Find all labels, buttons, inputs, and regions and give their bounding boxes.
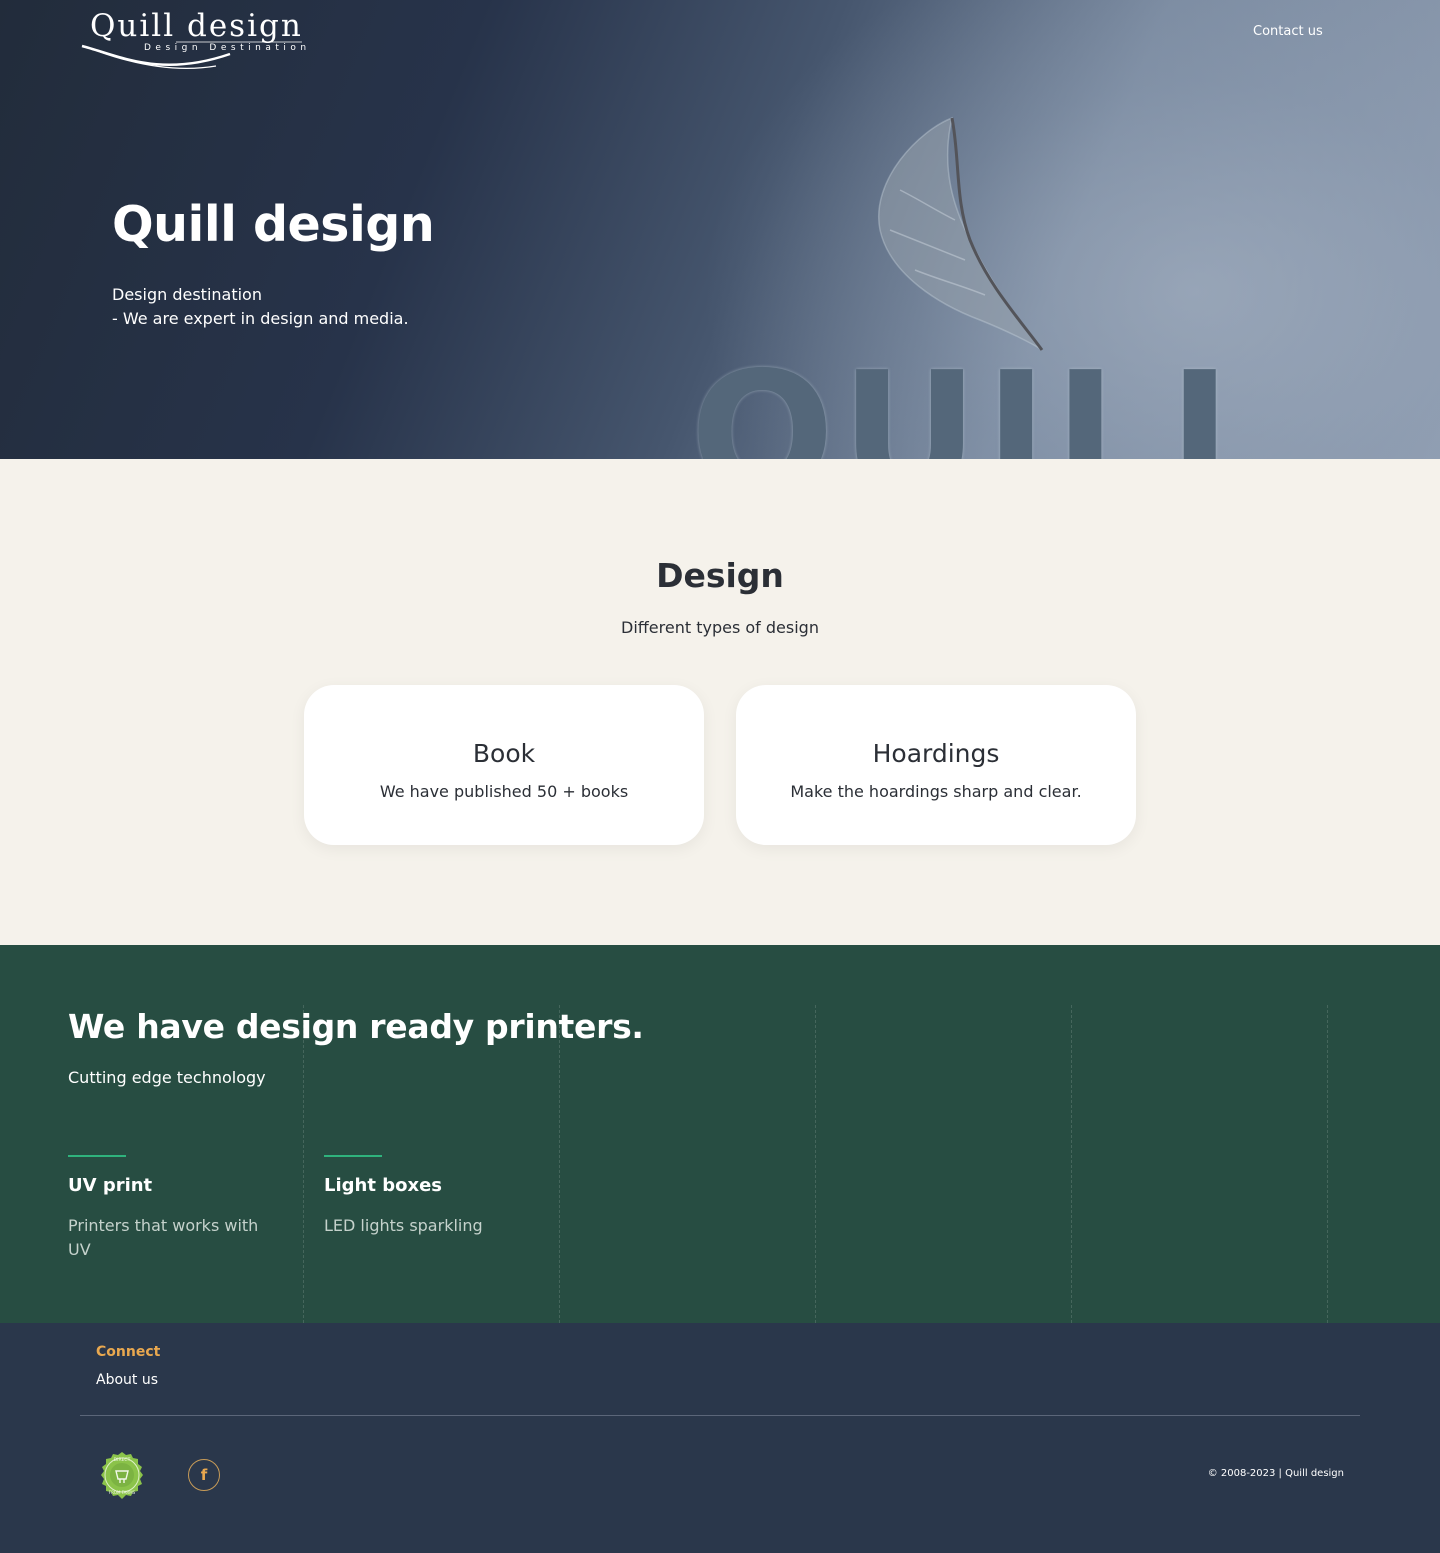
feature-accent-bar [324, 1155, 382, 1157]
column-divider [1327, 1005, 1328, 1323]
design-section [0, 459, 1440, 945]
column-divider [559, 1005, 560, 1323]
hero-tagline: Design destination - We are expert in de… [112, 283, 409, 331]
column-divider [815, 1005, 816, 1323]
hero-title: Quill design [112, 196, 435, 253]
hero-background-word: QUILL [690, 336, 1283, 459]
logo-subtitle: Design Destination [144, 43, 311, 53]
site-footer: Connect About us DIRECT FROM FARMS f © 2… [0, 1323, 1440, 1553]
card-text: Make the hoardings sharp and clear. [790, 782, 1082, 801]
column-divider [303, 1005, 304, 1323]
feature-text: Printers that works with UV [68, 1216, 259, 1259]
badge-text-bottom: FROM FARMS [109, 1490, 136, 1495]
hero-tagline-line1: Design destination [112, 285, 262, 304]
printers-title: We have design ready printers. [68, 1007, 644, 1046]
facebook-link[interactable]: f [188, 1459, 220, 1491]
feature-text: LED lights sparkling [324, 1216, 483, 1235]
card-title: Book [472, 739, 536, 768]
printers-section: We have design ready printers. Cutting e… [0, 945, 1440, 1323]
card-text: We have published 50 + books [379, 782, 629, 801]
about-us-link[interactable]: About us [96, 1372, 158, 1388]
design-section-title: Design [656, 556, 784, 595]
hero-tagline-line2: - We are expert in design and media. [112, 309, 409, 328]
logo-swoosh-icon [81, 41, 302, 69]
feature-uv-print: UV print Printers that works with UV [68, 1155, 288, 1262]
feature-title: Light boxes [324, 1175, 442, 1196]
direct-from-farms-badge-icon: DIRECT FROM FARMS [101, 1452, 143, 1499]
design-card-hoardings[interactable]: Hoardings Make the hoardings sharp and c… [736, 685, 1136, 845]
feature-accent-bar [68, 1155, 126, 1157]
printers-subtitle: Cutting edge technology [68, 1068, 266, 1087]
feather-icon [877, 116, 1044, 351]
column-divider [1071, 1005, 1072, 1323]
copyright-text: © 2008-2023 | Quill design [1207, 1468, 1344, 1479]
design-section-subtitle: Different types of design [621, 618, 819, 637]
site-logo[interactable]: Quill design Design Destination [80, 8, 310, 74]
contact-us-link[interactable]: Contact us [1253, 24, 1323, 39]
feature-light-boxes: Light boxes LED lights sparkling [324, 1155, 544, 1238]
facebook-icon: f [200, 1466, 208, 1484]
footer-connect-heading: Connect [96, 1344, 161, 1360]
footer-divider [80, 1415, 1360, 1416]
design-card-book[interactable]: Book We have published 50 + books [304, 685, 704, 845]
card-title: Hoardings [872, 739, 1000, 768]
feature-title: UV print [68, 1175, 153, 1196]
badge-text-top: DIRECT [114, 1457, 131, 1463]
hero-section: QUILL Quill design Design Destination Co… [0, 0, 1440, 459]
